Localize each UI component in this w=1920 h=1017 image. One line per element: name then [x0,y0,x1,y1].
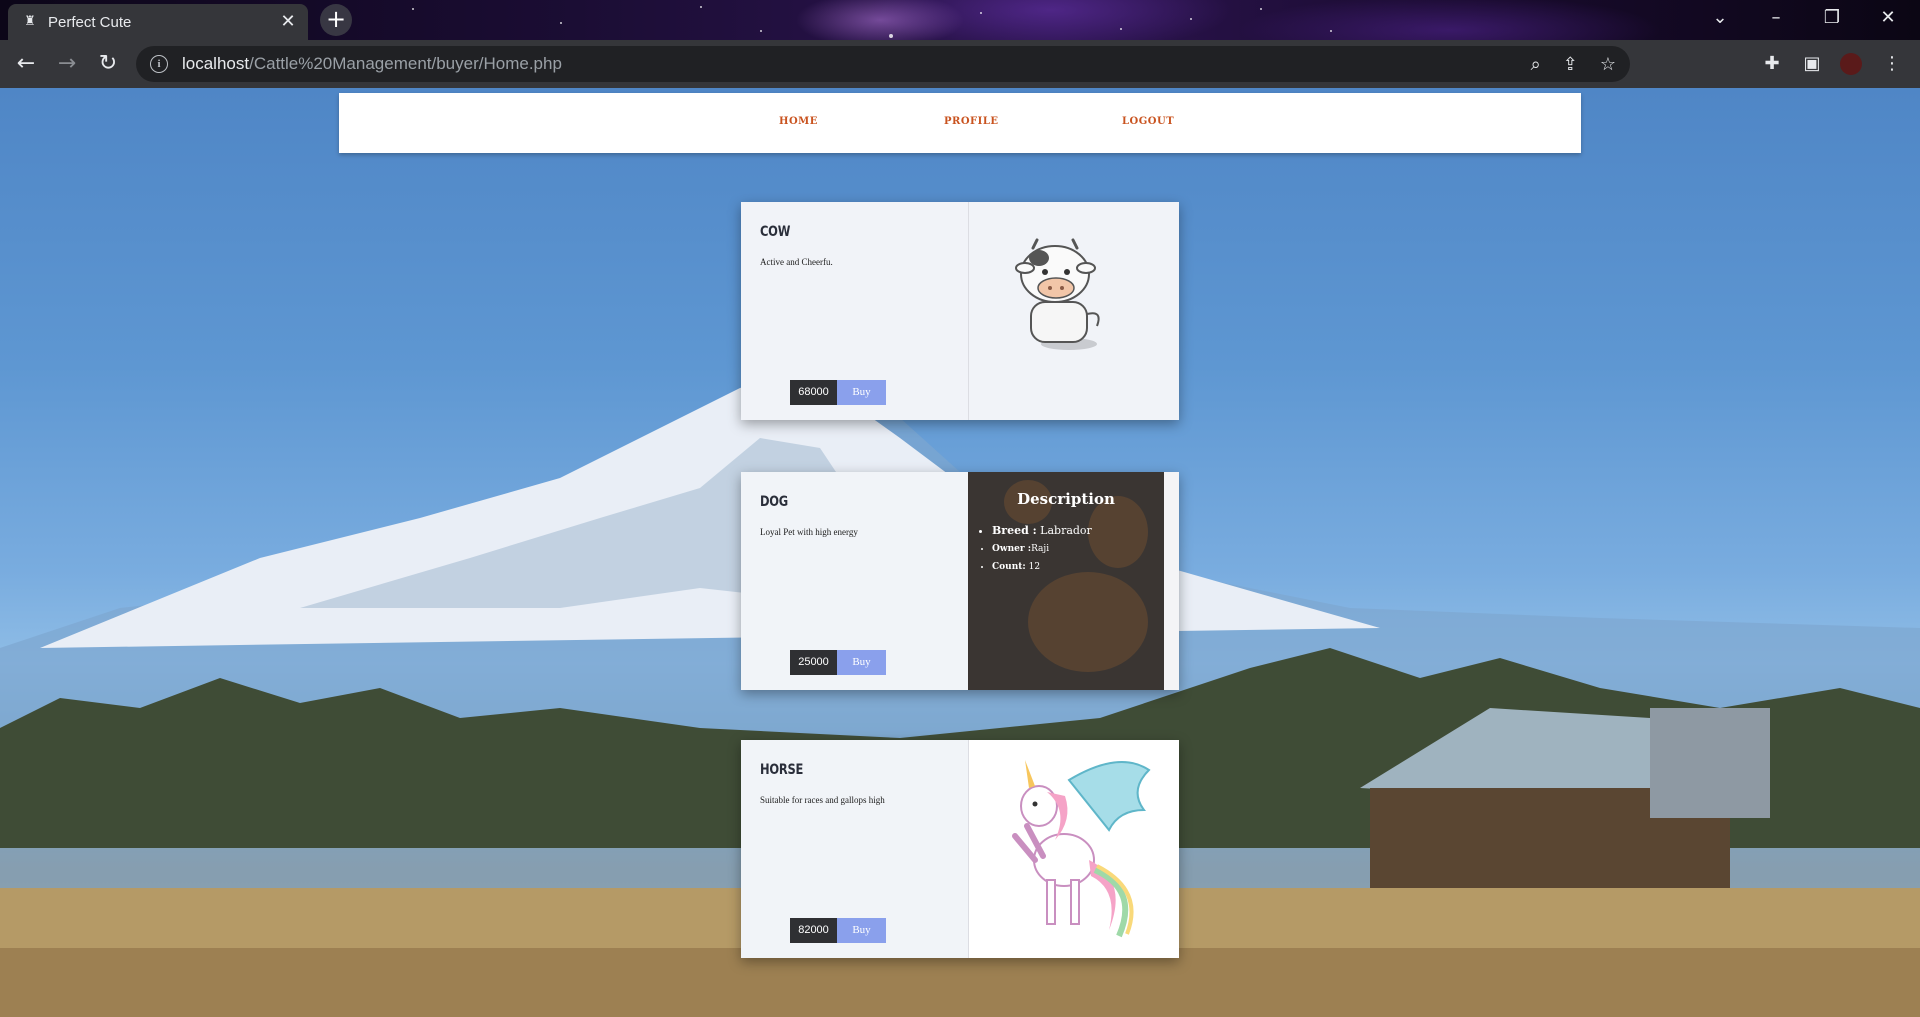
browser-toolbar: ← → ↻ i localhost/Cattle%20Management/bu… [0,40,1920,88]
buy-button[interactable]: Buy [837,918,886,943]
reload-icon[interactable]: ↻ [94,50,122,78]
restore-button[interactable]: ❐ [1804,0,1860,36]
breed-value: Labrador [1040,524,1092,537]
url-host: localhost [182,54,250,73]
breed-label: Breed : [992,524,1037,537]
profile-avatar[interactable] [1840,53,1862,75]
overlay-heading: Description [1017,490,1115,508]
card-edge [1164,472,1179,690]
site-info-icon[interactable]: i [150,55,168,73]
price-tag: 82000 [790,918,837,943]
product-card-dog: DOG Loyal Pet with high energy 25000 Buy… [741,472,1179,690]
card-title: COW [760,224,791,240]
top-navigation-bar: HOME PROFILE LOGOUT [339,93,1581,153]
browser-menu-icon[interactable]: ⋮ [1880,52,1904,76]
bookmark-star-icon[interactable]: ☆ [1600,54,1616,75]
active-tab[interactable]: ♜ Perfect Cute ✕ [8,4,308,40]
card-description: Loyal Pet with high energy [760,527,858,537]
browser-tab-strip: ♜ Perfect Cute ✕ + ⌄ – ❐ ✕ [0,0,1920,40]
card-description: Suitable for races and gallops high [760,795,885,805]
extensions-puzzle-icon[interactable]: ✚ [1760,52,1784,76]
share-icon[interactable]: ⇪ [1563,54,1578,75]
zoom-icon[interactable]: ⌕ [1531,54,1541,75]
nav-profile-link[interactable]: PROFILE [944,116,998,127]
count-item: Count: 12 [992,558,1092,576]
overlay-details-list: Breed : Labrador Owner :Raji Count: 12 [980,522,1092,576]
count-label: Count: [992,562,1026,572]
card-info-panel: COW Active and Cheerfu. 68000 Buy [741,202,969,420]
site-favicon-icon: ♜ [24,14,36,29]
url-path: /Cattle%20Management/buyer/Home.php [249,54,562,73]
card-title: DOG [760,494,788,510]
owner-label: Owner : [992,544,1032,554]
back-arrow-icon[interactable]: ← [12,50,40,78]
address-url: localhost/Cattle%20Management/buyer/Home… [182,54,562,74]
tab-search-chevron-icon[interactable]: ⌄ [1692,0,1748,36]
card-title: HORSE [760,762,804,778]
side-panel-icon[interactable]: ▣ [1800,52,1824,76]
breed-item: Breed : Labrador [992,522,1092,540]
minimize-button[interactable]: – [1748,0,1804,36]
nav-logout-link[interactable]: LOGOUT [1122,116,1174,127]
owner-value: Raji [1031,544,1050,554]
cow-image [1015,238,1100,350]
buy-button[interactable]: Buy [837,380,886,405]
forward-arrow-icon[interactable]: → [53,50,81,78]
description-hover-overlay[interactable]: Description Breed : Labrador Owner :Raji… [968,472,1164,690]
page-background: HOME PROFILE LOGOUT COW Active and Cheer… [0,88,1920,1017]
unicorn-image [1012,760,1151,938]
buy-button[interactable]: Buy [837,650,886,675]
card-info-panel: DOG Loyal Pet with high energy 25000 Buy [741,472,969,690]
card-description: Active and Cheerfu. [760,257,833,267]
price-tag: 68000 [790,380,837,405]
tab-close-icon[interactable]: ✕ [278,12,298,32]
owner-item: Owner :Raji [992,540,1092,558]
card-info-panel: HORSE Suitable for races and gallops hig… [741,740,969,958]
nav-home-link[interactable]: HOME [779,116,818,127]
product-card-cow: COW Active and Cheerfu. 68000 Buy [741,202,1179,420]
product-card-horse: HORSE Suitable for races and gallops hig… [741,740,1179,958]
new-tab-button[interactable]: + [320,4,352,36]
count-value: 12 [1028,562,1041,572]
window-close-button[interactable]: ✕ [1860,0,1916,36]
address-bar[interactable]: i localhost/Cattle%20Management/buyer/Ho… [136,46,1630,82]
price-tag: 25000 [790,650,837,675]
card-image-panel [969,740,1179,958]
tab-title: Perfect Cute [48,13,132,31]
card-image-panel [969,202,1179,420]
